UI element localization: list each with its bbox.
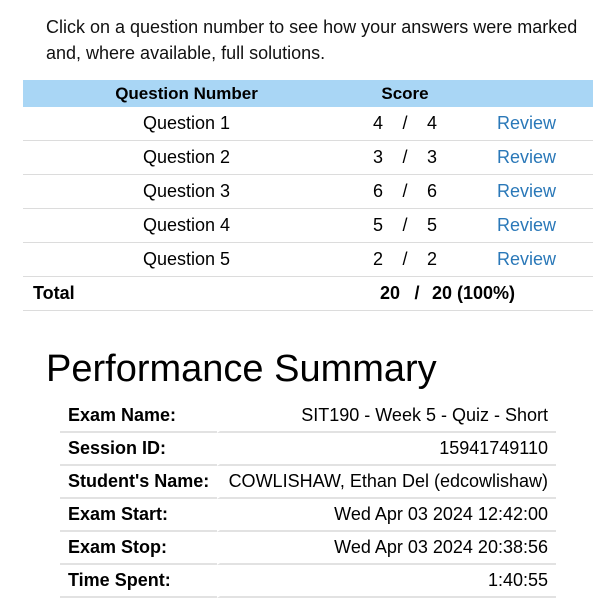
summary-value: SIT190 - Week 5 - Quiz - Short: [217, 400, 556, 433]
score-value: 4: [372, 113, 383, 133]
summary-row: Exam Start: Wed Apr 03 2024 12:42:00: [60, 499, 556, 532]
action-cell: Review: [460, 208, 593, 243]
summary-label: Time Spent:: [60, 565, 218, 598]
summary-row: Exam Name: SIT190 - Week 5 - Quiz - Shor…: [60, 400, 556, 433]
score-separator: /: [402, 181, 408, 201]
action-cell: Review: [460, 107, 593, 141]
summary-value: 15941749110: [217, 433, 556, 466]
question-label: Question 5: [23, 242, 350, 277]
score-cell: 2 / 2: [350, 242, 460, 277]
score-value: 5: [372, 215, 383, 235]
score-value: 2: [372, 249, 383, 269]
results-table: Question Number Score Question 1 4 / 4 Rev…: [23, 80, 593, 311]
table-row: Question 1 4 / 4 Review: [23, 107, 593, 141]
review-link-question-3[interactable]: Review: [497, 181, 556, 201]
performance-summary-title: Performance Summary: [46, 348, 437, 390]
table-row: Question 2 3 / 3 Review: [23, 140, 593, 175]
score-value: 6: [372, 181, 383, 201]
action-cell: Review: [460, 174, 593, 209]
performance-summary-table: Exam Name: SIT190 - Week 5 - Quiz - Shor…: [60, 400, 556, 598]
action-cell: Review: [460, 242, 593, 277]
summary-value: Wed Apr 03 2024 12:42:00: [217, 499, 556, 532]
score-separator: /: [402, 215, 408, 235]
review-link-question-4[interactable]: Review: [497, 215, 556, 235]
score-cell: 6 / 6: [350, 174, 460, 209]
score-max: 3: [426, 147, 437, 167]
table-row: Question 3 6 / 6 Review: [23, 174, 593, 209]
summary-row: Session ID: 15941749110: [60, 433, 556, 466]
summary-label: Student's Name:: [60, 466, 218, 499]
score-cell: 5 / 5: [350, 208, 460, 243]
total-separator: /: [414, 283, 420, 303]
question-label: Question 3: [23, 174, 350, 209]
summary-label: Exam Name:: [60, 400, 218, 433]
instructions-text: Click on a question number to see how yo…: [46, 17, 578, 63]
score-cell: 3 / 3: [350, 140, 460, 175]
summary-value: Wed Apr 03 2024 20:38:56: [217, 532, 556, 565]
score-max: 6: [426, 181, 437, 201]
summary-value: COWLISHAW, Ethan Del (edcowlishaw): [217, 466, 556, 499]
action-cell: Review: [460, 140, 593, 175]
header-score: Score: [350, 80, 460, 107]
summary-label: Session ID:: [60, 433, 218, 466]
summary-value: 1:40:55: [217, 565, 556, 598]
summary-row: Exam Stop: Wed Apr 03 2024 20:38:56: [60, 532, 556, 565]
question-label: Question 4: [23, 208, 350, 243]
score-separator: /: [402, 249, 408, 269]
header-action: [460, 80, 593, 107]
results-table-header: Question Number Score: [23, 80, 593, 107]
review-link-question-5[interactable]: Review: [497, 249, 556, 269]
score-separator: /: [402, 147, 408, 167]
total-score-value: 20: [379, 283, 401, 303]
header-question-number: Question Number: [23, 80, 350, 107]
table-row: Question 5 2 / 2 Review: [23, 242, 593, 277]
summary-row: Time Spent: 1:40:55: [60, 565, 556, 598]
question-label: Question 1: [23, 107, 350, 141]
total-score-cell: 20 / 20 (100%): [350, 276, 593, 311]
total-row: Total 20 / 20 (100%): [23, 276, 593, 311]
score-max: 5: [426, 215, 437, 235]
score-max: 4: [426, 113, 437, 133]
summary-row: Student's Name: COWLISHAW, Ethan Del (ed…: [60, 466, 556, 499]
score-cell: 4 / 4: [350, 107, 460, 141]
score-value: 3: [372, 147, 383, 167]
score-max: 2: [426, 249, 437, 269]
total-label: Total: [23, 276, 350, 311]
review-link-question-2[interactable]: Review: [497, 147, 556, 167]
summary-label: Exam Start:: [60, 499, 218, 532]
question-label: Question 2: [23, 140, 350, 175]
total-score-max: 20 (100%): [432, 283, 516, 303]
review-link-question-1[interactable]: Review: [497, 113, 556, 133]
table-row: Question 4 5 / 5 Review: [23, 208, 593, 243]
score-separator: /: [402, 113, 408, 133]
summary-label: Exam Stop:: [60, 532, 218, 565]
